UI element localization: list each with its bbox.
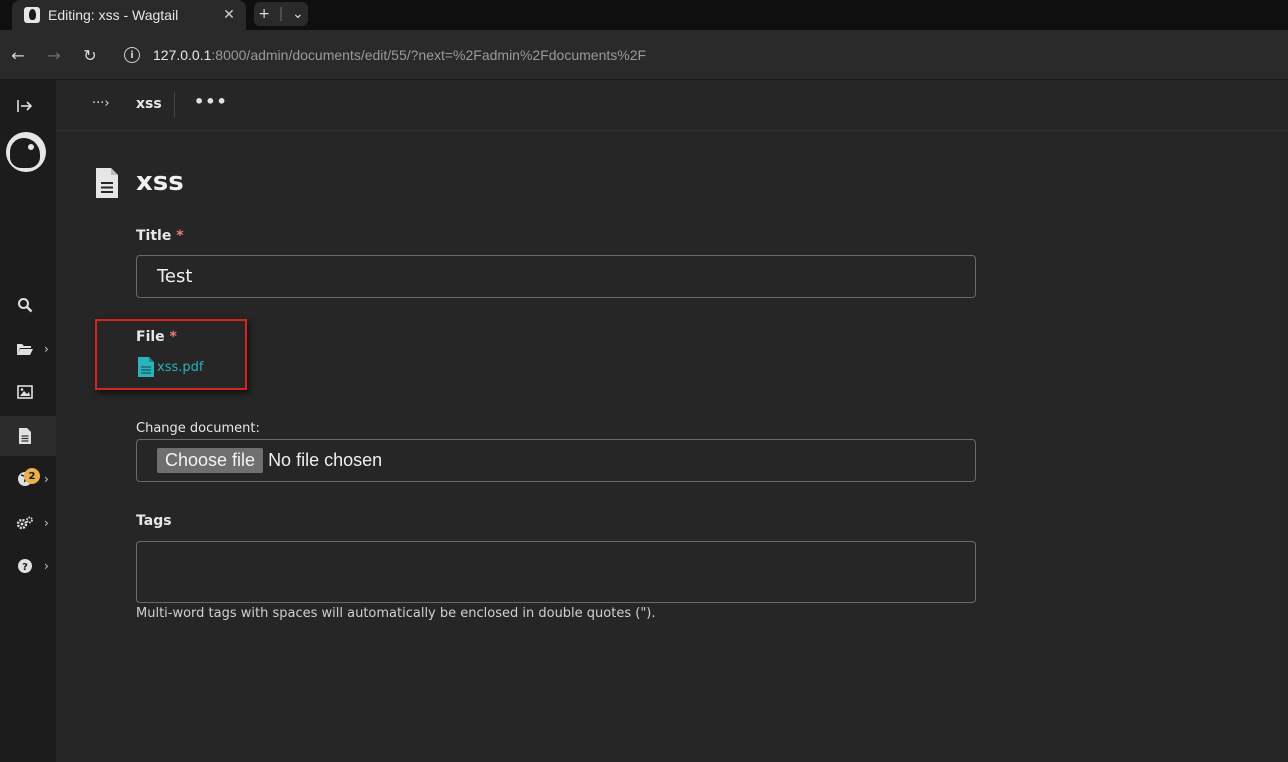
tab-actions-divider: | xyxy=(278,6,284,22)
chevron-down-icon[interactable]: ⌄ xyxy=(292,6,304,22)
sidebar-item-documents[interactable] xyxy=(0,416,56,456)
title-label: Title * xyxy=(136,228,184,244)
chevron-right-icon: › xyxy=(44,559,49,573)
sidebar-item-settings[interactable]: › xyxy=(0,503,56,543)
document-icon xyxy=(96,168,118,198)
change-document-input[interactable]: Choose file No file chosen xyxy=(136,439,976,482)
page-header: ···› xss ••• xyxy=(56,80,1288,131)
svg-text:?: ? xyxy=(22,562,28,573)
folder-open-icon xyxy=(16,340,34,358)
current-file-link[interactable]: xss.pdf xyxy=(137,357,203,377)
chevron-right-icon: › xyxy=(44,342,49,356)
breadcrumb-toggle-icon[interactable]: ···› xyxy=(92,96,110,111)
url-host: 127.0.0.1 xyxy=(153,47,212,63)
help-notification-badge: 2 xyxy=(24,468,40,484)
browser-tabbar: Editing: xss - Wagtail ✕ + | ⌄ xyxy=(0,0,1288,30)
close-icon[interactable]: ✕ xyxy=(220,6,238,24)
tags-input[interactable] xyxy=(136,541,976,603)
current-file-name: xss.pdf xyxy=(157,359,204,375)
more-actions-icon[interactable]: ••• xyxy=(194,92,228,111)
file-label-text: File xyxy=(136,329,165,345)
wagtail-logo[interactable] xyxy=(6,132,46,172)
wagtail-favicon-icon xyxy=(24,7,40,23)
forward-arrow-icon[interactable]: → xyxy=(44,45,64,65)
title-input[interactable]: Test xyxy=(136,255,976,298)
sidebar: › › › ? › xyxy=(0,80,56,762)
cogs-icon xyxy=(16,514,34,532)
sidebar-item-help[interactable]: ? › xyxy=(0,546,56,586)
search-icon xyxy=(16,296,34,314)
site-info-icon[interactable]: i xyxy=(124,47,140,63)
required-mark: * xyxy=(169,329,177,345)
file-icon xyxy=(138,357,154,377)
page-title: xss xyxy=(136,167,184,197)
chevron-right-icon: › xyxy=(44,472,49,486)
expand-icon xyxy=(16,97,34,115)
required-mark: * xyxy=(176,228,184,244)
header-divider xyxy=(174,92,175,118)
sidebar-item-expand[interactable] xyxy=(0,86,56,126)
help-icon: ? xyxy=(16,557,34,575)
file-chosen-status: No file chosen xyxy=(268,450,383,470)
sidebar-item-images[interactable] xyxy=(0,372,56,412)
new-tab-icon[interactable]: + xyxy=(258,6,270,22)
title-input-value: Test xyxy=(157,266,193,287)
tab-actions: + | ⌄ xyxy=(254,2,308,26)
url-path: :8000/admin/documents/edit/55/?next=%2Fa… xyxy=(211,47,647,63)
address-bar[interactable]: 127.0.0.1:8000/admin/documents/edit/55/?… xyxy=(153,47,646,63)
tab-title: Editing: xss - Wagtail xyxy=(48,7,179,23)
tags-label: Tags xyxy=(136,513,172,529)
choose-file-button[interactable]: Choose file xyxy=(157,448,264,473)
tags-help-text: Multi-word tags with spaces will automat… xyxy=(136,606,656,621)
reload-icon[interactable]: ↻ xyxy=(80,45,100,65)
chevron-right-icon: › xyxy=(44,516,49,530)
change-document-label: Change document: xyxy=(136,421,260,436)
browser-tab[interactable]: Editing: xss - Wagtail ✕ xyxy=(12,0,246,30)
back-arrow-icon[interactable]: ← xyxy=(8,45,28,65)
sidebar-item-pages[interactable]: › xyxy=(0,329,56,369)
file-label: File * xyxy=(136,329,177,345)
image-icon xyxy=(16,383,34,401)
document-icon xyxy=(16,427,34,445)
sidebar-item-search[interactable] xyxy=(0,285,56,325)
breadcrumb-current[interactable]: xss xyxy=(136,96,162,112)
title-label-text: Title xyxy=(136,228,172,244)
